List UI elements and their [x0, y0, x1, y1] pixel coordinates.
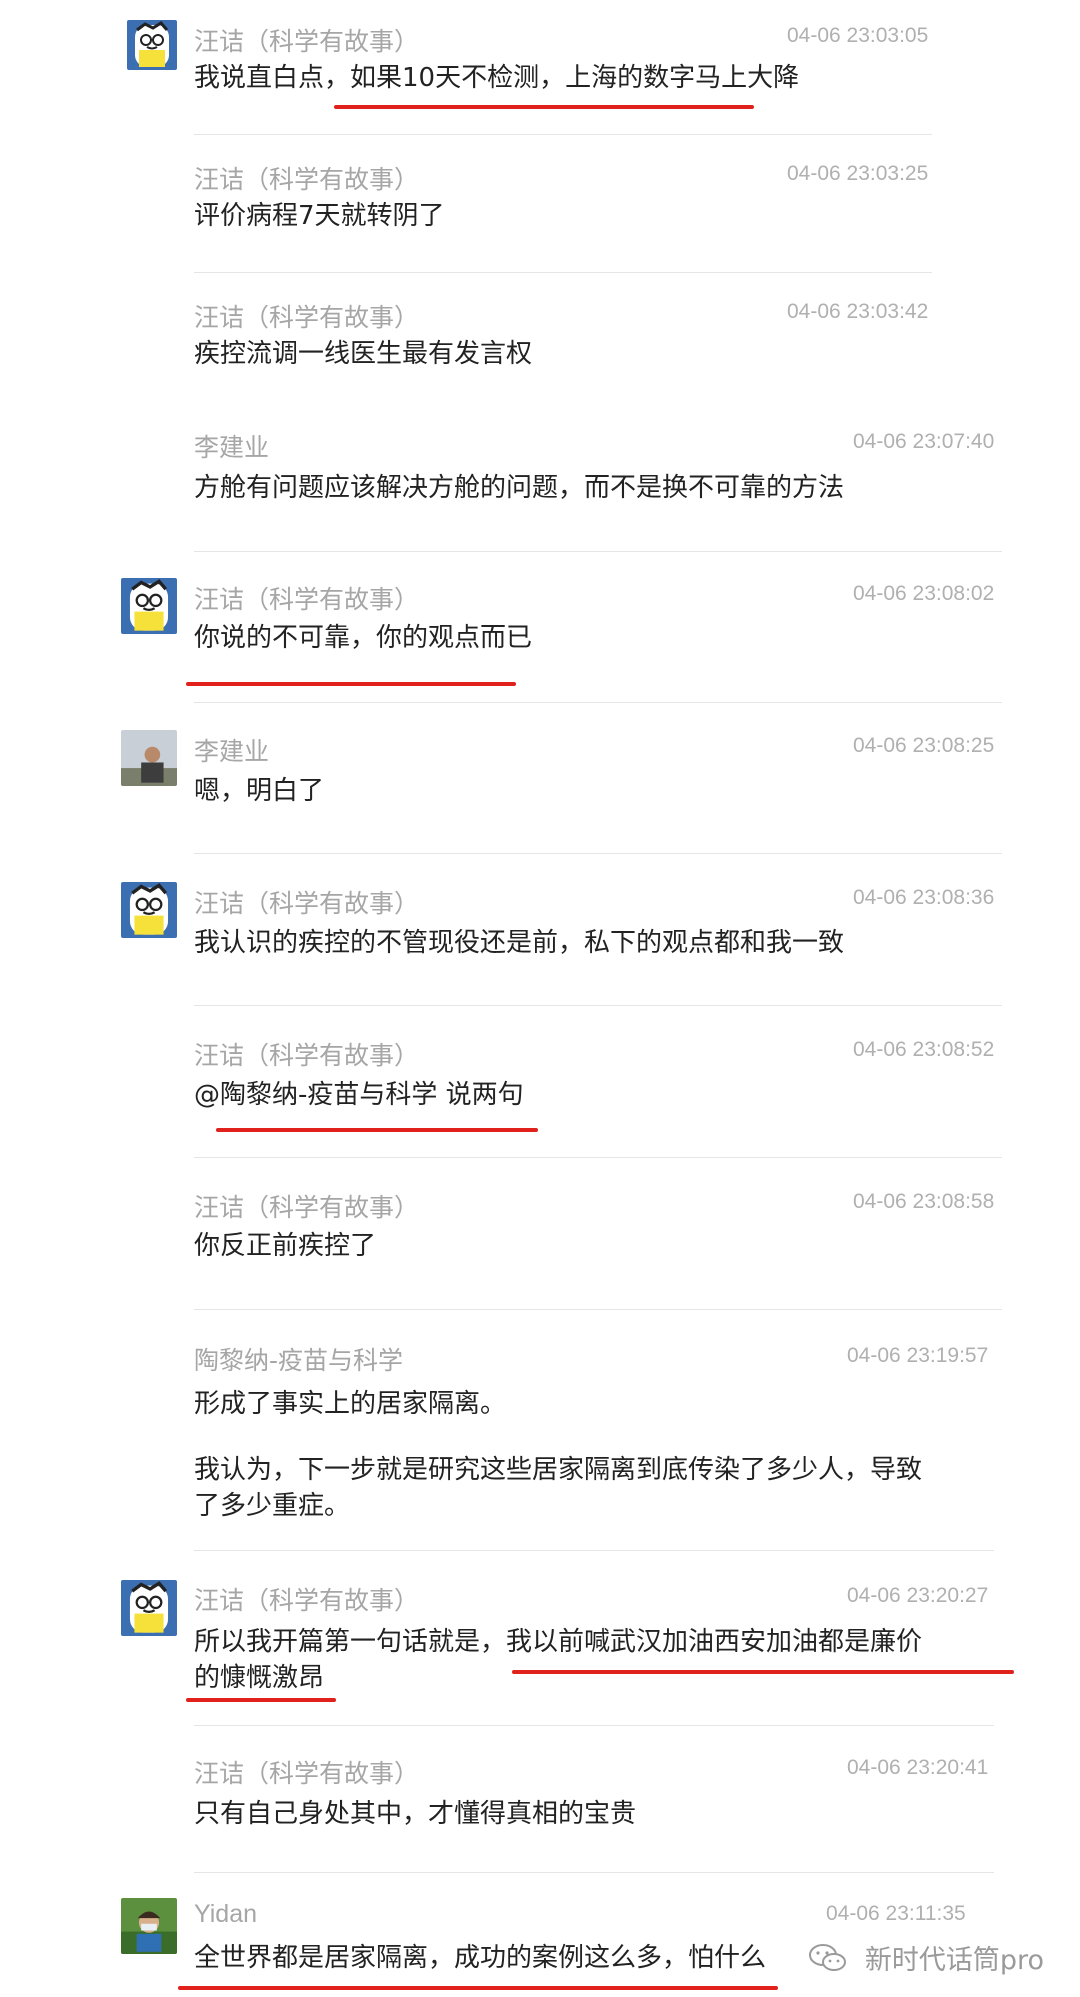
- sender-name: 汪诘（科学有故事）: [194, 1041, 420, 1070]
- divider: [194, 551, 1002, 552]
- red-underline: [186, 682, 516, 686]
- divider: [194, 1005, 1002, 1006]
- sender-name: 汪诘（科学有故事）: [194, 1759, 420, 1788]
- sender-name: 汪诘（科学有故事）: [194, 27, 420, 56]
- message-text: 疾控流调一线医生最有发言权: [194, 339, 533, 369]
- message-text: 全世界都是居家隔离，成功的案例这么多，怕什么: [194, 1943, 767, 1973]
- message-time: 04-06 23:03:42: [787, 300, 929, 323]
- message-time: 04-06 23:07:40: [853, 430, 995, 453]
- sender-name: 汪诘（科学有故事）: [194, 165, 420, 194]
- sender-name: 汪诘（科学有故事）: [194, 585, 420, 614]
- divider: [194, 1725, 994, 1726]
- divider: [194, 134, 932, 135]
- message-text-line: 所以我开篇第一句话就是，我以前喊武汉加油西安加油都是廉价: [194, 1627, 923, 1657]
- sender-name: 李建业: [194, 433, 270, 462]
- message-time: 04-06 23:08:02: [853, 582, 995, 605]
- red-underline: [512, 1670, 1014, 1674]
- wechat-icon: [808, 1942, 848, 1981]
- avatar-cartoon[interactable]: [127, 20, 177, 70]
- sender-name: 汪诘（科学有故事）: [194, 1193, 420, 1222]
- sender-name: 汪诘（科学有故事）: [194, 1586, 420, 1615]
- red-underline: [186, 1698, 336, 1702]
- message-text: 嗯，明白了: [194, 776, 325, 806]
- message-text: 你说的不可靠，你的观点而已: [194, 623, 533, 653]
- message-text-line: 了多少重症。: [194, 1491, 351, 1521]
- red-underline: [334, 105, 754, 109]
- message-text-line: 形成了事实上的居家隔离。: [194, 1389, 507, 1419]
- message-time: 04-06 23:08:58: [853, 1190, 995, 1213]
- avatar-cartoon[interactable]: [121, 578, 177, 634]
- avatar-cartoon[interactable]: [121, 882, 177, 938]
- sender-name: 陶黎纳-疫苗与科学: [194, 1346, 404, 1375]
- red-underline: [216, 1128, 538, 1132]
- sender-name: Yidan: [194, 1900, 258, 1928]
- message-time: 04-06 23:08:52: [853, 1038, 995, 1061]
- message-time: 04-06 23:08:36: [853, 886, 995, 909]
- divider: [194, 272, 932, 273]
- message-text: 我认识的疾控的不管现役还是前，私下的观点都和我一致: [194, 928, 845, 958]
- message-text: 方舱有问题应该解决方舱的问题，而不是换不可靠的方法: [194, 473, 845, 503]
- avatar-cartoon[interactable]: [121, 1580, 177, 1636]
- message-text: 我说直白点，如果10天不检测，上海的数字马上大降: [194, 63, 800, 93]
- message-time: 04-06 23:03:25: [787, 162, 929, 185]
- sender-name: 李建业: [194, 737, 270, 766]
- message-text-line: 我认为，下一步就是研究这些居家隔离到底传染了多少人，导致: [194, 1455, 923, 1485]
- divider: [194, 1872, 994, 1873]
- message-text: 评价病程7天就转阴了: [194, 201, 445, 231]
- message-time: 04-06 23:11:35: [826, 1902, 966, 1925]
- message-time: 04-06 23:03:05: [787, 24, 929, 47]
- message-time: 04-06 23:08:25: [853, 734, 995, 757]
- divider: [194, 702, 1002, 703]
- avatar-photo[interactable]: [121, 730, 177, 786]
- message-text: 你反正前疾控了: [194, 1231, 377, 1261]
- sender-name: 汪诘（科学有故事）: [194, 303, 420, 332]
- avatar-photo[interactable]: [121, 1898, 177, 1954]
- message-time: 04-06 23:20:41: [847, 1756, 989, 1779]
- divider: [194, 1309, 1002, 1310]
- divider: [194, 1550, 994, 1551]
- chat-history-screenshot: 汪诘（科学有故事） 04-06 23:03:05 我说直白点，如果10天不检测，…: [0, 0, 1080, 1997]
- watermark: 新时代话筒pro: [808, 1938, 1044, 1981]
- message-text: @陶黎纳-疫苗与科学 说两句: [194, 1080, 524, 1110]
- divider: [194, 853, 1002, 854]
- sender-name: 汪诘（科学有故事）: [194, 889, 420, 918]
- watermark-text: 新时代话筒pro: [864, 1945, 1044, 1976]
- message-time: 04-06 23:19:57: [847, 1344, 989, 1367]
- message-text: 只有自己身处其中，才懂得真相的宝贵: [194, 1799, 637, 1829]
- message-time: 04-06 23:20:27: [847, 1584, 989, 1607]
- message-text-line: 的慷慨激昂: [194, 1663, 325, 1693]
- red-underline: [178, 1986, 778, 1990]
- divider: [194, 1157, 1002, 1158]
